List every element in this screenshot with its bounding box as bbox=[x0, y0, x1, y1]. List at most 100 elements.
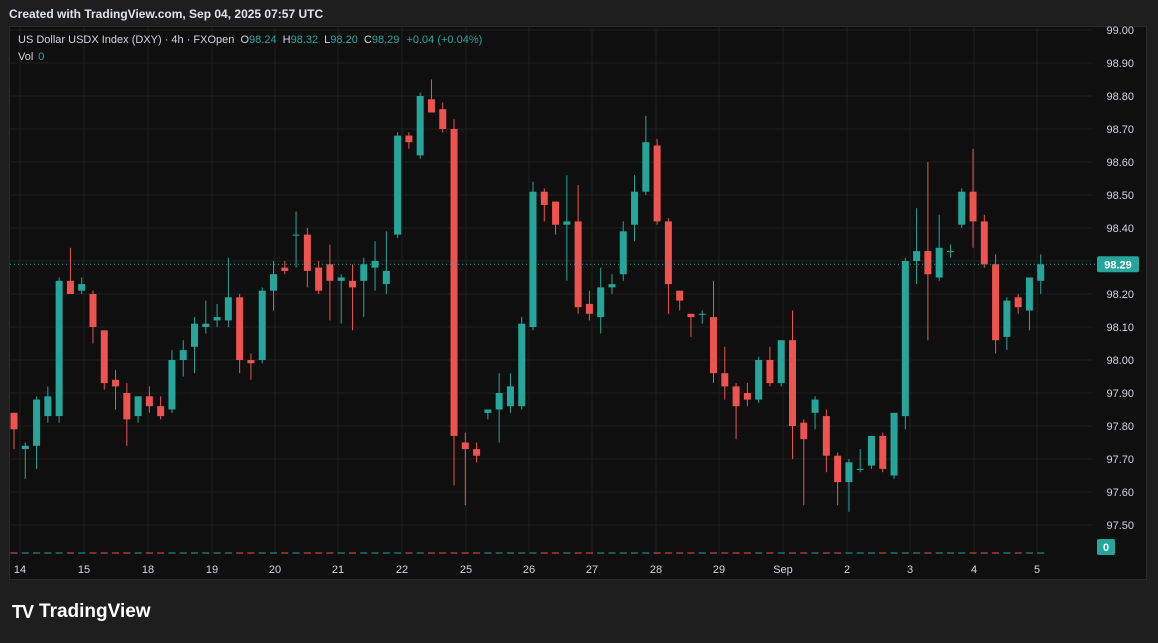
candle-body[interactable] bbox=[867, 435, 875, 466]
candle-body[interactable] bbox=[213, 317, 221, 321]
candle-body[interactable] bbox=[134, 396, 142, 417]
candle-body[interactable] bbox=[732, 386, 740, 407]
candle-body[interactable] bbox=[664, 221, 672, 285]
candle-body[interactable] bbox=[89, 294, 97, 327]
candle-body[interactable] bbox=[236, 297, 244, 360]
candle-body[interactable] bbox=[540, 191, 548, 205]
candle-body[interactable] bbox=[55, 280, 63, 417]
candle-body[interactable] bbox=[890, 412, 898, 476]
candle-body[interactable] bbox=[529, 191, 537, 327]
candle-body[interactable] bbox=[608, 284, 616, 288]
volume-bar bbox=[743, 552, 751, 554]
candle-body[interactable] bbox=[1037, 264, 1045, 281]
candle-body[interactable] bbox=[405, 135, 413, 143]
candle-body[interactable] bbox=[518, 323, 526, 407]
candle-body[interactable] bbox=[800, 422, 808, 440]
candle-body[interactable] bbox=[337, 277, 345, 281]
candle-body[interactable] bbox=[653, 145, 661, 222]
candle-body[interactable] bbox=[619, 231, 627, 275]
candle-body[interactable] bbox=[439, 109, 447, 129]
candle-body[interactable] bbox=[631, 191, 639, 225]
volume-bar bbox=[270, 552, 277, 554]
candle-body[interactable] bbox=[1014, 297, 1022, 308]
candle-body[interactable] bbox=[292, 234, 300, 236]
candle-body[interactable] bbox=[157, 406, 165, 417]
candle-body[interactable] bbox=[33, 399, 41, 446]
candle-body[interactable] bbox=[100, 330, 108, 384]
candle-body[interactable] bbox=[585, 303, 593, 314]
candle-body[interactable] bbox=[597, 287, 605, 318]
candle-body[interactable] bbox=[969, 191, 977, 222]
candle-body[interactable] bbox=[924, 251, 932, 275]
candle-body[interactable] bbox=[281, 267, 289, 271]
candle-body[interactable] bbox=[935, 247, 943, 278]
candle-body[interactable] bbox=[202, 323, 210, 327]
candle-body[interactable] bbox=[755, 360, 763, 400]
candle-body[interactable] bbox=[1025, 277, 1033, 311]
candle-body[interactable] bbox=[834, 455, 842, 483]
candle-body[interactable] bbox=[676, 290, 684, 301]
candle-body[interactable] bbox=[698, 313, 706, 315]
x-tick-label: 21 bbox=[332, 564, 344, 576]
candle-body[interactable] bbox=[901, 261, 909, 417]
candle-body[interactable] bbox=[303, 234, 311, 271]
candle-body[interactable] bbox=[563, 221, 571, 225]
candle-body[interactable] bbox=[484, 409, 492, 413]
candle-body[interactable] bbox=[495, 393, 503, 410]
candle-body[interactable] bbox=[473, 449, 481, 456]
candle-body[interactable] bbox=[258, 290, 266, 360]
candle-body[interactable] bbox=[856, 468, 864, 470]
candle-body[interactable] bbox=[247, 360, 255, 364]
candle-body[interactable] bbox=[710, 317, 718, 374]
candle-body[interactable] bbox=[123, 393, 131, 420]
candle-body[interactable] bbox=[427, 99, 435, 113]
candlestick-chart[interactable]: 99.0098.9098.8098.7098.6098.5098.4098.30… bbox=[0, 0, 1158, 643]
candle-body[interactable] bbox=[958, 191, 966, 225]
candle-body[interactable] bbox=[552, 201, 560, 225]
candle-body[interactable] bbox=[315, 267, 323, 291]
candle-body[interactable] bbox=[21, 445, 29, 450]
candle-body[interactable] bbox=[145, 396, 153, 407]
candle-body[interactable] bbox=[766, 360, 774, 384]
candle-body[interactable] bbox=[789, 340, 796, 426]
candle-body[interactable] bbox=[845, 462, 853, 483]
candle-body[interactable] bbox=[1003, 300, 1011, 337]
candle-body[interactable] bbox=[78, 284, 86, 291]
candle-body[interactable] bbox=[461, 442, 469, 450]
candle-body[interactable] bbox=[10, 412, 18, 430]
candle-body[interactable] bbox=[980, 221, 988, 265]
candle-body[interactable] bbox=[112, 379, 120, 387]
candle-body[interactable] bbox=[394, 135, 402, 235]
candle-body[interactable] bbox=[811, 399, 819, 413]
candle-body[interactable] bbox=[450, 129, 458, 436]
volume-bar bbox=[371, 552, 379, 554]
candle-body[interactable] bbox=[224, 297, 232, 321]
candle-body[interactable] bbox=[687, 313, 695, 318]
tradingview-brand[interactable]: TV TradingView bbox=[12, 601, 151, 623]
candle-body[interactable] bbox=[44, 396, 52, 417]
candle-body[interactable] bbox=[66, 280, 74, 294]
candle-body[interactable] bbox=[992, 264, 1000, 341]
candle-body[interactable] bbox=[270, 274, 277, 291]
candle-body[interactable] bbox=[416, 96, 424, 156]
candle-body[interactable] bbox=[946, 251, 954, 253]
candle-body[interactable] bbox=[179, 350, 187, 360]
candle-body[interactable] bbox=[348, 280, 356, 288]
candle-body[interactable] bbox=[642, 142, 650, 192]
symbol-label[interactable]: US Dollar USDX Index (DXY) · 4h · FXOpen bbox=[18, 34, 234, 46]
candle-body[interactable] bbox=[743, 393, 751, 400]
candle-body[interactable] bbox=[371, 261, 379, 268]
volume-bar bbox=[236, 552, 244, 554]
candle-body[interactable] bbox=[913, 251, 921, 261]
candle-body[interactable] bbox=[326, 264, 334, 281]
candle-body[interactable] bbox=[879, 435, 887, 469]
candle-body[interactable] bbox=[506, 386, 514, 407]
candle-body[interactable] bbox=[777, 340, 785, 384]
candle-body[interactable] bbox=[168, 360, 176, 410]
candle-body[interactable] bbox=[822, 416, 830, 456]
candle-body[interactable] bbox=[382, 270, 390, 285]
candle-body[interactable] bbox=[360, 264, 368, 281]
candle-body[interactable] bbox=[191, 323, 199, 347]
candle-body[interactable] bbox=[721, 373, 729, 387]
volume-bar bbox=[33, 552, 41, 554]
